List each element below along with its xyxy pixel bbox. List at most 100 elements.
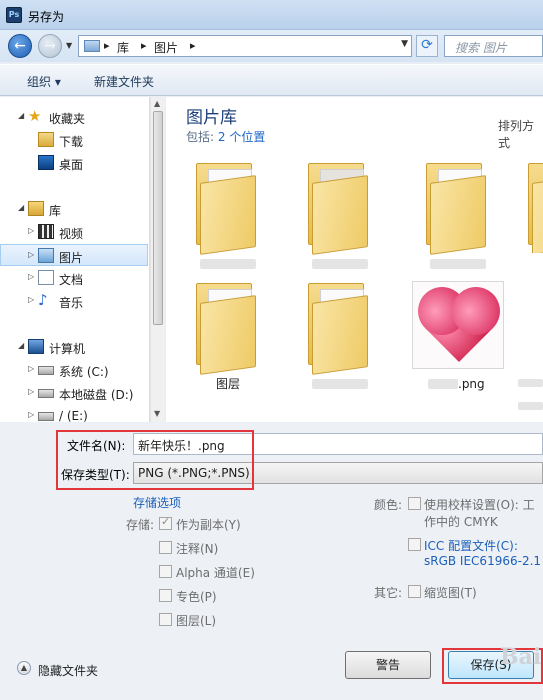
- scrollbar-thumb[interactable]: [153, 111, 163, 325]
- nav-scrollbar[interactable]: ▲ ▼: [150, 97, 165, 422]
- expand-arrow-icon[interactable]: ▷: [28, 250, 34, 259]
- as-copy-label: 作为副本(Y): [176, 518, 241, 532]
- address-field[interactable]: ▸ 库 ▸ 图片 ▸ ▼: [78, 35, 412, 57]
- folder-item[interactable]: [298, 157, 382, 269]
- drive-icon: [38, 412, 54, 421]
- icc-profile-label: ICC 配置文件(C):: [424, 539, 518, 553]
- nav-label: 视频: [59, 227, 84, 241]
- other-label: 其它:: [374, 586, 403, 600]
- recent-pages-dropdown-icon[interactable]: ▼: [66, 41, 74, 50]
- collapse-arrow-icon[interactable]: ◢: [18, 203, 24, 212]
- drive-icon: [38, 366, 54, 375]
- nav-label: 音乐: [59, 296, 84, 310]
- blurred-label: [428, 379, 458, 389]
- back-button[interactable]: ←: [8, 34, 32, 58]
- expand-arrow-icon[interactable]: ▷: [28, 364, 34, 373]
- thumbnail-label: 缩览图(T): [424, 586, 477, 600]
- address-dropdown-icon[interactable]: ▼: [401, 39, 408, 49]
- blurred-label: [312, 379, 368, 389]
- nav-item-drive-d[interactable]: ▷ 本地磁盘 (D:): [0, 382, 148, 404]
- breadcrumb-library[interactable]: 库: [117, 39, 129, 56]
- navigation-pane: ◢ ★ 收藏夹 下载 桌面 ◢ 库 ▷ 视频 ▷ 图片 ▷ 文档 ▷ ♪ 音乐 …: [0, 97, 150, 423]
- folder-front: [430, 175, 486, 255]
- refresh-button[interactable]: ⟳: [416, 35, 438, 57]
- search-placeholder: 搜索 图片: [455, 41, 507, 55]
- nav-item-libraries[interactable]: ◢ 库: [0, 198, 148, 220]
- breadcrumb-chevron-icon[interactable]: ▸: [190, 39, 196, 52]
- image-file-thumbnail[interactable]: [412, 281, 504, 369]
- desktop-icon: [38, 155, 54, 170]
- scroll-up-arrow-icon[interactable]: ▲: [154, 99, 160, 108]
- hide-folders-button[interactable]: 隐藏文件夹: [38, 662, 98, 679]
- includes-locations-link[interactable]: 2 个位置: [218, 130, 265, 144]
- chevron-up-icon[interactable]: ▲: [17, 661, 31, 675]
- nav-item-videos[interactable]: ▷ 视频: [0, 221, 148, 243]
- new-folder-button[interactable]: 新建文件夹: [94, 73, 154, 90]
- file-list-pane: 图片库 包括: 2 个位置 排列方式 图层 .png: [166, 97, 543, 422]
- expand-arrow-icon[interactable]: ▷: [28, 387, 34, 396]
- video-library-icon: [38, 224, 54, 239]
- collapse-arrow-icon[interactable]: ◢: [18, 111, 24, 120]
- annotations-checkbox[interactable]: [159, 541, 172, 554]
- alpha-channel-label: Alpha 通道(E): [176, 566, 255, 580]
- breadcrumb-chevron-icon[interactable]: ▸: [141, 39, 147, 52]
- search-input[interactable]: 搜索 图片: [444, 35, 543, 57]
- music-library-icon: ♪: [38, 291, 48, 309]
- folder-front: [532, 175, 543, 253]
- blurred-label: [518, 402, 543, 410]
- storage-options-link[interactable]: 存储选项: [133, 494, 181, 511]
- collapse-arrow-icon[interactable]: ◢: [18, 341, 24, 350]
- nav-label: 收藏夹: [49, 112, 86, 126]
- folder-front: [200, 175, 256, 255]
- includes-label: 包括:: [186, 130, 215, 144]
- nav-label: 桌面: [59, 158, 84, 172]
- expand-arrow-icon[interactable]: ▷: [28, 272, 34, 281]
- drive-icon: [38, 389, 54, 398]
- nav-item-favorites[interactable]: ◢ ★ 收藏夹: [0, 106, 148, 128]
- nav-label: 文档: [59, 273, 84, 287]
- pictures-library-icon: [38, 248, 54, 263]
- thumbnail-checkbox[interactable]: [408, 585, 421, 598]
- image-file-label: .png: [458, 377, 485, 391]
- folder-item[interactable]: [518, 157, 543, 253]
- folder-front: [312, 295, 368, 375]
- downloads-folder-icon: [38, 132, 54, 147]
- folder-item[interactable]: [298, 277, 382, 389]
- layers-checkbox[interactable]: [159, 613, 172, 626]
- nav-item-documents[interactable]: ▷ 文档: [0, 267, 148, 289]
- layers-label: 图层(L): [176, 614, 217, 628]
- annotations-label: 注释(N): [176, 542, 219, 556]
- spot-color-checkbox[interactable]: [159, 589, 172, 602]
- nav-item-music[interactable]: ▷ ♪ 音乐: [0, 290, 148, 312]
- nav-item-pictures[interactable]: ▷ 图片: [0, 244, 148, 266]
- nav-item-drive-c[interactable]: ▷ 系统 (C:): [0, 359, 148, 381]
- proof-setup-checkbox[interactable]: [408, 497, 421, 510]
- nav-item-downloads[interactable]: 下载: [0, 129, 148, 151]
- expand-arrow-icon[interactable]: ▷: [28, 295, 34, 304]
- folder-item[interactable]: [416, 157, 500, 269]
- folder-front: [200, 295, 256, 375]
- scroll-down-arrow-icon[interactable]: ▼: [154, 409, 160, 418]
- breadcrumb-chevron-icon[interactable]: ▸: [104, 39, 110, 52]
- arrange-by-dropdown[interactable]: 排列方式: [498, 117, 543, 151]
- alpha-channel-checkbox[interactable]: [159, 565, 172, 578]
- icc-profile-checkbox[interactable]: [408, 538, 421, 551]
- nav-item-desktop[interactable]: 桌面: [0, 152, 148, 174]
- expand-arrow-icon[interactable]: ▷: [28, 226, 34, 235]
- color-label: 颜色:: [374, 498, 403, 512]
- organize-menu-button[interactable]: 组织 ▾: [27, 73, 61, 90]
- as-copy-checkbox[interactable]: [159, 515, 172, 530]
- warning-button[interactable]: 警告: [345, 651, 431, 679]
- blurred-label: [200, 259, 256, 269]
- folder-label: 图层: [215, 377, 240, 391]
- documents-library-icon: [38, 270, 54, 285]
- watermark-text: Bai: [500, 644, 542, 670]
- nav-label: 库: [49, 204, 62, 218]
- folder-item[interactable]: 图层: [186, 277, 270, 391]
- breadcrumb-pictures[interactable]: 图片: [154, 39, 178, 56]
- nav-item-computer[interactable]: ◢ 计算机: [0, 336, 148, 358]
- proof-setup-label: 使用校样设置(O): 工: [424, 498, 535, 512]
- expand-arrow-icon[interactable]: ▷: [28, 410, 34, 419]
- folder-item[interactable]: [186, 157, 270, 269]
- forward-button[interactable]: →: [38, 34, 62, 58]
